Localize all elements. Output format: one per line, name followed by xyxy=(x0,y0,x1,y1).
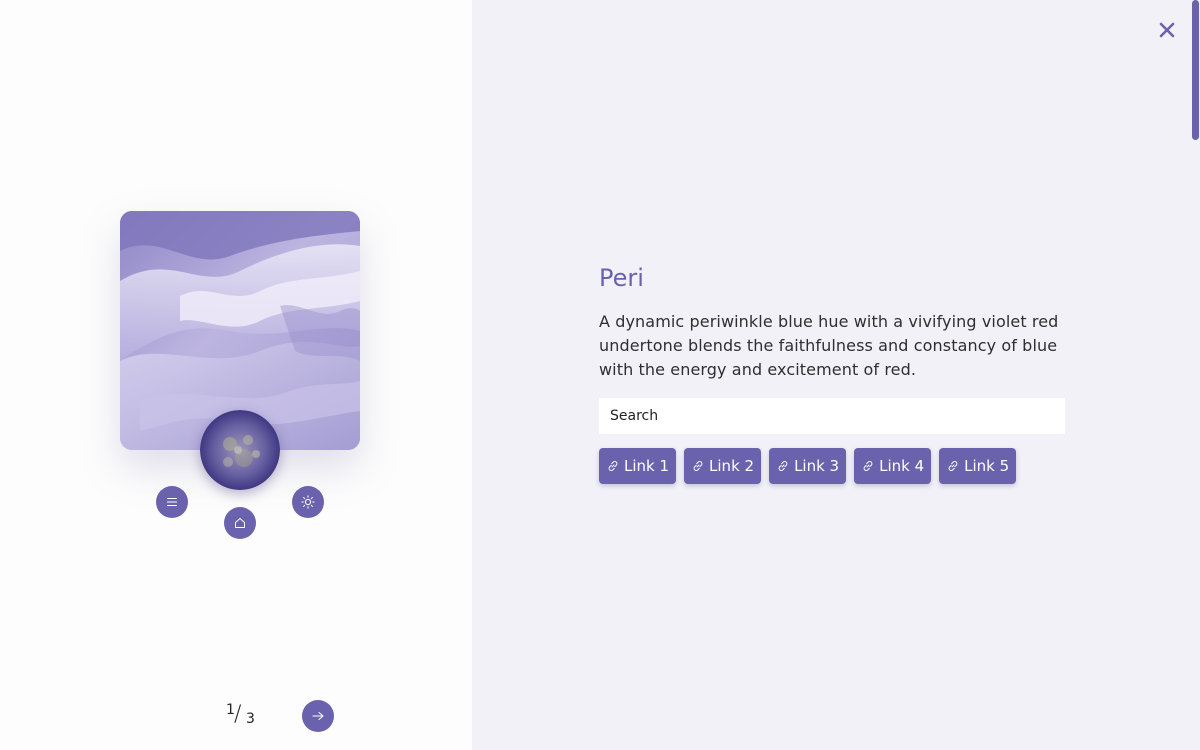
total-pages: 3 xyxy=(246,711,255,727)
link-label: Link 5 xyxy=(964,457,1010,475)
link-button-2[interactable]: Link 2 xyxy=(684,448,762,484)
menu-icon xyxy=(167,498,177,506)
artwork-title: Peri xyxy=(599,264,644,292)
close-button[interactable] xyxy=(1157,20,1177,40)
brightness-button[interactable] xyxy=(292,486,324,518)
home-button[interactable] xyxy=(224,507,256,539)
close-icon xyxy=(1159,22,1175,38)
link-button-3[interactable]: Link 3 xyxy=(769,448,847,484)
page: 1 / 3 Peri A dynamic periwinkle blue hue… xyxy=(0,0,1200,750)
link-label: Link 2 xyxy=(709,457,755,475)
link-button-4[interactable]: Link 4 xyxy=(854,448,932,484)
menu-button[interactable] xyxy=(156,486,188,518)
link-label: Link 4 xyxy=(879,457,925,475)
artwork-description: A dynamic periwinkle blue hue with a viv… xyxy=(599,312,1059,379)
details-content: Peri A dynamic periwinkle blue hue with … xyxy=(599,260,1065,484)
link-label: Link 3 xyxy=(794,457,840,475)
link-icon xyxy=(778,461,788,471)
search-input[interactable] xyxy=(599,398,1065,434)
link-list: Link 1 Link 2 Link 3 Link 4 Link 5 xyxy=(599,448,1065,484)
home-icon xyxy=(235,518,245,528)
sun-icon xyxy=(301,495,315,509)
link-icon xyxy=(608,461,618,471)
page-separator: / xyxy=(234,702,242,727)
link-icon xyxy=(948,461,958,471)
link-button-1[interactable]: Link 1 xyxy=(599,448,677,484)
link-icon xyxy=(693,461,703,471)
link-icon xyxy=(863,461,873,471)
color-swatch-orb xyxy=(200,410,280,490)
page-indicator: 1 / 3 xyxy=(224,700,264,730)
arrow-right-icon xyxy=(312,712,324,720)
link-button-5[interactable]: Link 5 xyxy=(939,448,1017,484)
gallery-panel: 1 / 3 xyxy=(0,0,472,750)
next-button[interactable] xyxy=(302,700,334,732)
scrollbar-thumb[interactable] xyxy=(1192,0,1199,140)
link-label: Link 1 xyxy=(624,457,670,475)
